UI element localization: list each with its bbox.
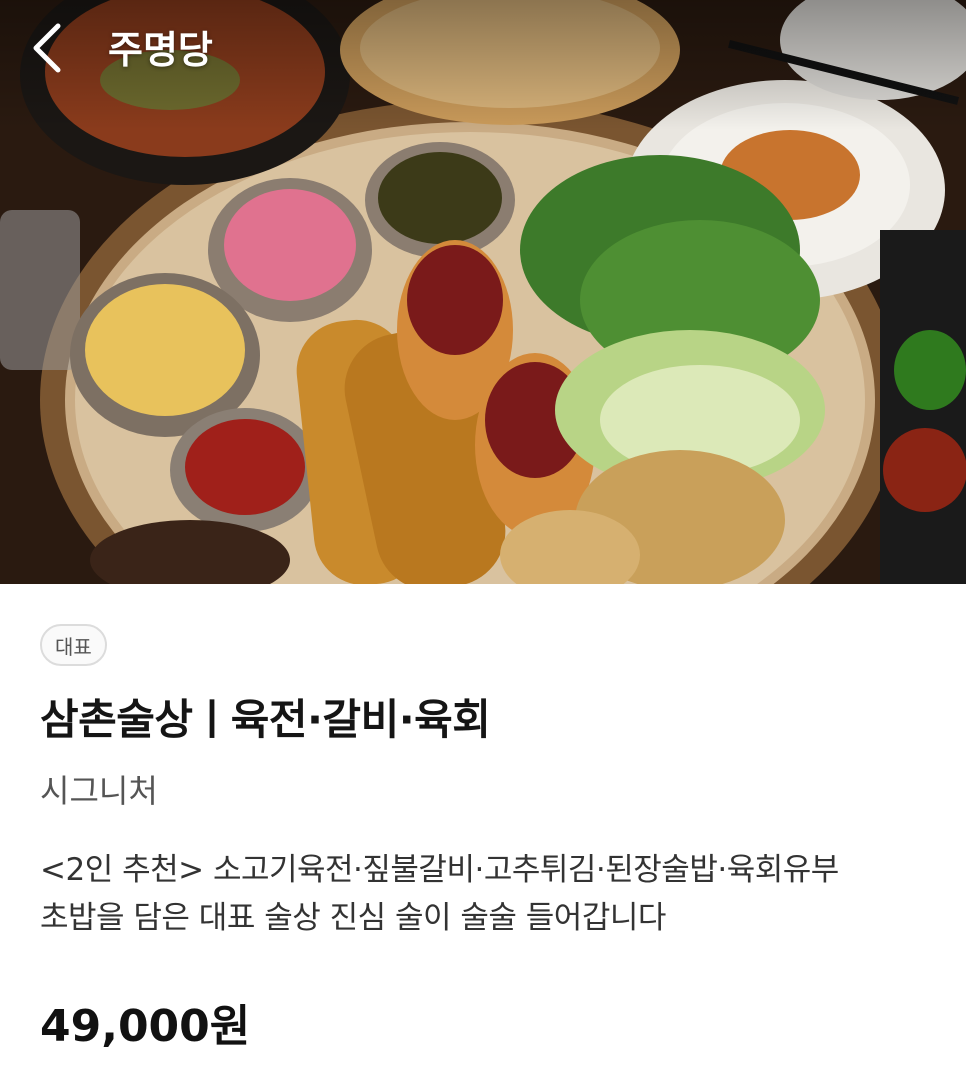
description-line: 초밥을 담은 대표 술상 진심 술이 술술 들어갑니다 <box>40 900 666 936</box>
chevron-left-icon <box>33 23 61 73</box>
top-bar: 주명당 <box>0 0 966 100</box>
menu-subtitle: 시그니처 <box>40 772 158 810</box>
menu-detail-page: 주명당 대표 삼촌술상ㅣ육전·갈비·육회 시그니처 <2인 추천> 소고기육전·… <box>0 0 966 1087</box>
menu-photo: 주명당 <box>0 0 966 584</box>
store-name: 주명당 <box>108 28 213 72</box>
menu-price: 49,000원 <box>40 1001 251 1052</box>
back-button[interactable] <box>30 22 86 82</box>
description-line: <2인 추천> 소고기육전·짚불갈비·고추튀김·된장술밥·육회유부 <box>40 852 839 888</box>
menu-description: <2인 추천> 소고기육전·짚불갈비·고추튀김·된장술밥·육회유부 초밥을 담은… <box>40 846 940 942</box>
menu-title: 삼촌술상ㅣ육전·갈비·육회 <box>40 695 491 744</box>
signature-badge: 대표 <box>40 624 107 666</box>
